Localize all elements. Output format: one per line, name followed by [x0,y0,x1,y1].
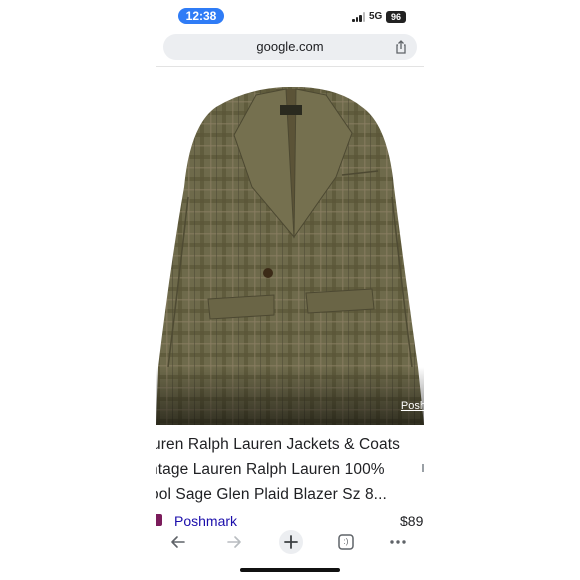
tabs-icon[interactable]: :) [336,532,356,552]
result-image[interactable]: Posh [156,67,424,425]
result-title[interactable]: uren Ralph Lauren Jackets & Coats ntage … [156,436,424,506]
plus-icon[interactable] [278,529,304,555]
scroll-indicator [422,464,424,472]
arrow-left-icon[interactable] [168,532,188,552]
result-title-line[interactable]: ool Sage Glen Plaid Blazer Sz 8... [156,486,387,504]
network-label: 5G [369,11,383,22]
image-shade [156,367,424,425]
result-title-line[interactable]: uren Ralph Lauren Jackets & Coats [156,436,400,454]
tabs-count: :) [343,537,349,546]
result-title-line[interactable]: ntage Lauren Ralph Lauren 100% [156,461,385,479]
more-dots-icon[interactable] [388,532,408,552]
browser-toolbar: :) [156,526,424,558]
image-source-chip[interactable]: Posh [401,400,424,412]
price-label: $89 [400,513,424,526]
status-bar: 12:38 5G 96 [0,0,580,32]
signal-icon [352,12,366,22]
status-time: 12:38 [178,8,224,24]
address-bar[interactable]: google.com [163,34,417,60]
source-name[interactable]: Poshmark [174,513,237,526]
battery-icon: 96 [386,11,406,23]
source-row[interactable]: Poshmark $89 [156,512,424,526]
phone-screen: 12:38 5G 96 google.com Posh uren Ralph L… [0,0,580,580]
url-text[interactable]: google.com [163,34,417,60]
share-icon[interactable] [393,39,409,55]
poshmark-logo-icon [156,514,162,526]
arrow-right-icon[interactable] [224,532,244,552]
home-indicator[interactable] [240,568,340,572]
